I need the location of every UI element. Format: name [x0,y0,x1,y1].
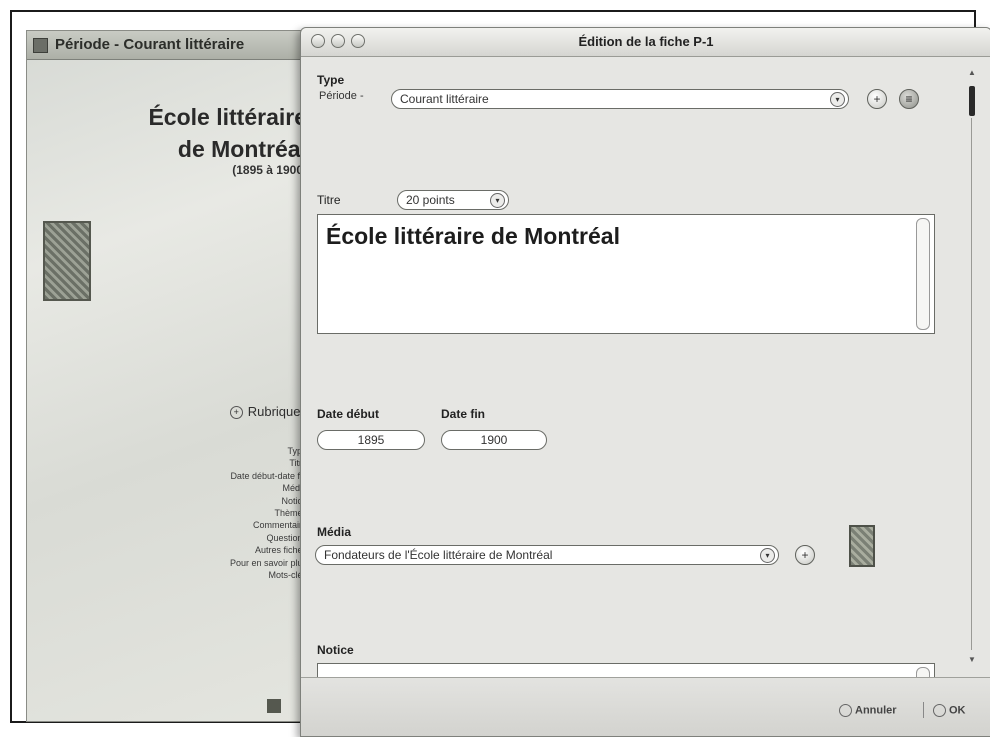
add-type-button[interactable]: + [867,89,887,109]
ok-label: OK [949,704,966,717]
rubrique-item[interactable]: Titre [230,457,307,469]
rubrique-item[interactable]: Notice [230,495,307,507]
font-size-select[interactable]: 20 points ▾ [397,190,509,210]
rubrique-item[interactable]: Date début-date fin [230,470,307,482]
scroll-track[interactable] [971,118,972,650]
background-heading: École littéraire de Montréal [148,101,307,165]
cancel-label: Annuler [855,704,897,717]
rubrique-item[interactable]: Questions [230,532,307,544]
chevron-down-icon: ▾ [760,548,775,563]
background-window[interactable]: Période - Courant littéraire École litté… [26,30,328,722]
titre-scrollbar[interactable] [916,218,930,330]
cancel-circle-icon [839,704,852,717]
rubrique-item[interactable]: Mots-clés [230,569,307,581]
scroll-down-arrow-icon[interactable]: ▼ [967,655,977,664]
rubriques-list: Type Titre Date début-date fin Média Not… [230,445,307,581]
footer-divider [923,702,924,718]
rubrique-item[interactable]: Média [230,482,307,494]
font-size-value: 20 points [406,193,455,207]
scroll-up-arrow-icon[interactable]: ▲ [967,68,977,77]
date-debut-label: Date début [317,407,380,421]
dialog-content: Type Période - Courant littéraire ▾ + ≡ … [301,57,990,678]
background-years: (1895 à 1900) [232,163,307,177]
rubrique-item[interactable]: Type [230,445,307,457]
type-select-value: Courant littéraire [400,92,489,106]
dialog-titlebar[interactable]: Édition de la fiche P-1 [301,28,990,57]
background-window-titlebar[interactable]: Période - Courant littéraire [27,31,327,60]
dialog-footer: Annuler OK [301,677,990,736]
notice-textarea[interactable] [317,663,935,678]
media-thumbnail[interactable] [849,525,875,567]
media-select[interactable]: Fondateurs de l'École littéraire de Mont… [315,545,779,565]
scroll-thumb[interactable] [969,86,975,116]
rubriques-circle-icon: + [229,406,243,420]
date-debut-field[interactable]: 1895 [317,430,425,450]
background-media-thumbnail[interactable] [43,221,91,301]
rubrique-item[interactable]: Autres fiches [230,544,307,556]
chevron-down-icon: ▾ [830,92,845,107]
media-label: Média [317,525,352,539]
cancel-button[interactable]: Annuler [839,704,897,717]
rubriques-toggle[interactable]: + Rubriques [229,404,307,420]
background-window-title: Période - Courant littéraire [55,36,245,53]
rubriques-label: Rubriques [247,404,307,419]
chevron-down-icon: ▾ [490,193,505,208]
rubrique-item[interactable]: Pour en savoir plus [230,557,307,569]
type-prefix: Période - [319,90,364,102]
date-fin-label: Date fin [441,407,486,421]
titre-textarea[interactable]: École littéraire de Montréal [317,214,935,334]
add-media-button[interactable]: + [795,545,815,565]
window-square-icon [33,38,48,53]
date-fin-field[interactable]: 1900 [441,430,547,450]
ok-circle-icon [933,704,946,717]
rubrique-item[interactable]: Commentaire [230,519,307,531]
type-label: Type [317,73,345,87]
titre-label: Titre [317,193,341,207]
background-square-icon [267,699,281,713]
remove-type-button[interactable]: ≡ [899,89,919,109]
dialog-scrollbar[interactable]: ▲ ▼ [967,68,977,664]
media-select-value: Fondateurs de l'École littéraire de Mont… [324,548,553,562]
ok-button[interactable]: OK [933,704,966,717]
edit-dialog: Édition de la fiche P-1 Type Période - C… [300,27,990,737]
background-heading-line2: de Montréal [177,136,307,162]
rubrique-item[interactable]: Thèmes [230,507,307,519]
notice-label: Notice [317,643,354,657]
type-select[interactable]: Courant littéraire ▾ [391,89,849,109]
dialog-title: Édition de la fiche P-1 [578,34,714,49]
titre-text: École littéraire de Montréal [326,223,620,249]
background-heading-line1: École littéraire [148,104,307,130]
